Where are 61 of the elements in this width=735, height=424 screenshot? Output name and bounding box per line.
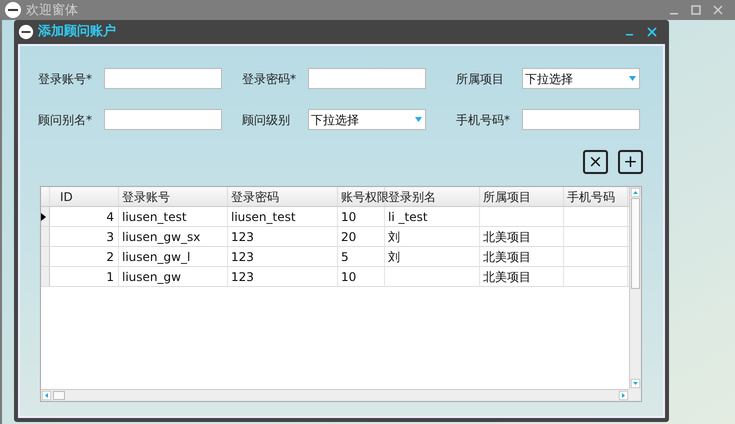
table-cell-text: 北美项目 xyxy=(483,268,531,286)
table-cell-text: liusen_test xyxy=(122,208,187,226)
dropdown-arrow-icon[interactable] xyxy=(629,76,636,81)
scroll-down-icon[interactable] xyxy=(631,379,640,388)
delete-button[interactable]: × xyxy=(583,150,608,174)
input-field[interactable] xyxy=(522,109,640,130)
field-label: 所属项目 xyxy=(456,70,505,88)
horizontal-scrollbar[interactable] xyxy=(41,389,629,401)
app-logo-icon xyxy=(4,1,22,19)
field-label: 手机号码* xyxy=(456,112,511,128)
column-header[interactable]: 手机号码 xyxy=(564,187,628,206)
window-title: 欢迎窗体 xyxy=(26,4,78,16)
scrollbar-corner xyxy=(629,389,641,401)
input-field[interactable] xyxy=(104,109,222,130)
dropdown[interactable]: 下拉选择 xyxy=(522,68,640,89)
input-field[interactable] xyxy=(104,68,222,89)
column-header[interactable]: 登录密码 xyxy=(228,187,338,206)
table-cell-text: 123 xyxy=(231,248,254,266)
table-cell-text: liusen_gw xyxy=(122,268,181,286)
column-header[interactable]: ID xyxy=(50,187,119,206)
table-cell-text: 4 xyxy=(106,208,114,226)
maximize-icon[interactable] xyxy=(691,5,701,15)
table-cell-text: 123 xyxy=(231,228,254,246)
table-cell-text: 2 xyxy=(106,248,114,266)
field-label: 顾问级别 xyxy=(242,112,291,128)
row-header[interactable] xyxy=(41,207,50,226)
table-cell-text: 5 xyxy=(341,248,349,266)
scroll-right-icon[interactable] xyxy=(619,391,628,400)
close-icon[interactable] xyxy=(713,5,723,15)
dropdown-arrow-icon[interactable] xyxy=(415,117,422,122)
column-header[interactable]: 所属项目 xyxy=(480,187,564,206)
vertical-scrollbar[interactable] xyxy=(629,187,641,389)
table-cell-text: liusen_gw_sx xyxy=(122,228,200,246)
table-cell-text: 1 xyxy=(106,268,114,286)
table-cell-text: 123 xyxy=(231,268,254,286)
table-cell-text: 10 xyxy=(341,208,356,226)
table-cell-text: 20 xyxy=(341,228,356,246)
scroll-up-icon[interactable] xyxy=(631,188,640,197)
dialog-title: 添加顾问账户 xyxy=(38,22,116,42)
app-logo-icon xyxy=(18,24,34,40)
scroll-thumb[interactable] xyxy=(631,198,640,289)
current-row-icon xyxy=(41,212,46,220)
column-header[interactable]: 登录账号 xyxy=(119,187,228,206)
table-cell-text: 3 xyxy=(106,228,114,246)
scroll-left-icon[interactable] xyxy=(42,391,51,400)
table-cell-text: 10 xyxy=(341,268,356,286)
field-label: 顾问别名* xyxy=(38,112,93,128)
field-label: 登录密码* xyxy=(242,70,297,88)
table-cell-text: 北美项目 xyxy=(483,248,531,266)
table-cell-text: 北美项目 xyxy=(483,228,531,246)
table-cell-text: 刘 xyxy=(388,248,400,266)
dropdown[interactable]: 下拉选择 xyxy=(308,109,426,130)
input-field[interactable] xyxy=(308,68,426,89)
scroll-thumb[interactable] xyxy=(53,391,65,400)
table-cell-text: liusen_test xyxy=(231,208,296,226)
table-cell-text: li _test xyxy=(388,208,428,226)
table-cell-text: 刘 xyxy=(388,228,400,246)
add-button[interactable]: + xyxy=(618,150,643,174)
table-cell-text: liusen_gw_l xyxy=(122,248,190,266)
close-icon[interactable] xyxy=(647,27,657,37)
field-label: 登录账号* xyxy=(38,70,93,88)
